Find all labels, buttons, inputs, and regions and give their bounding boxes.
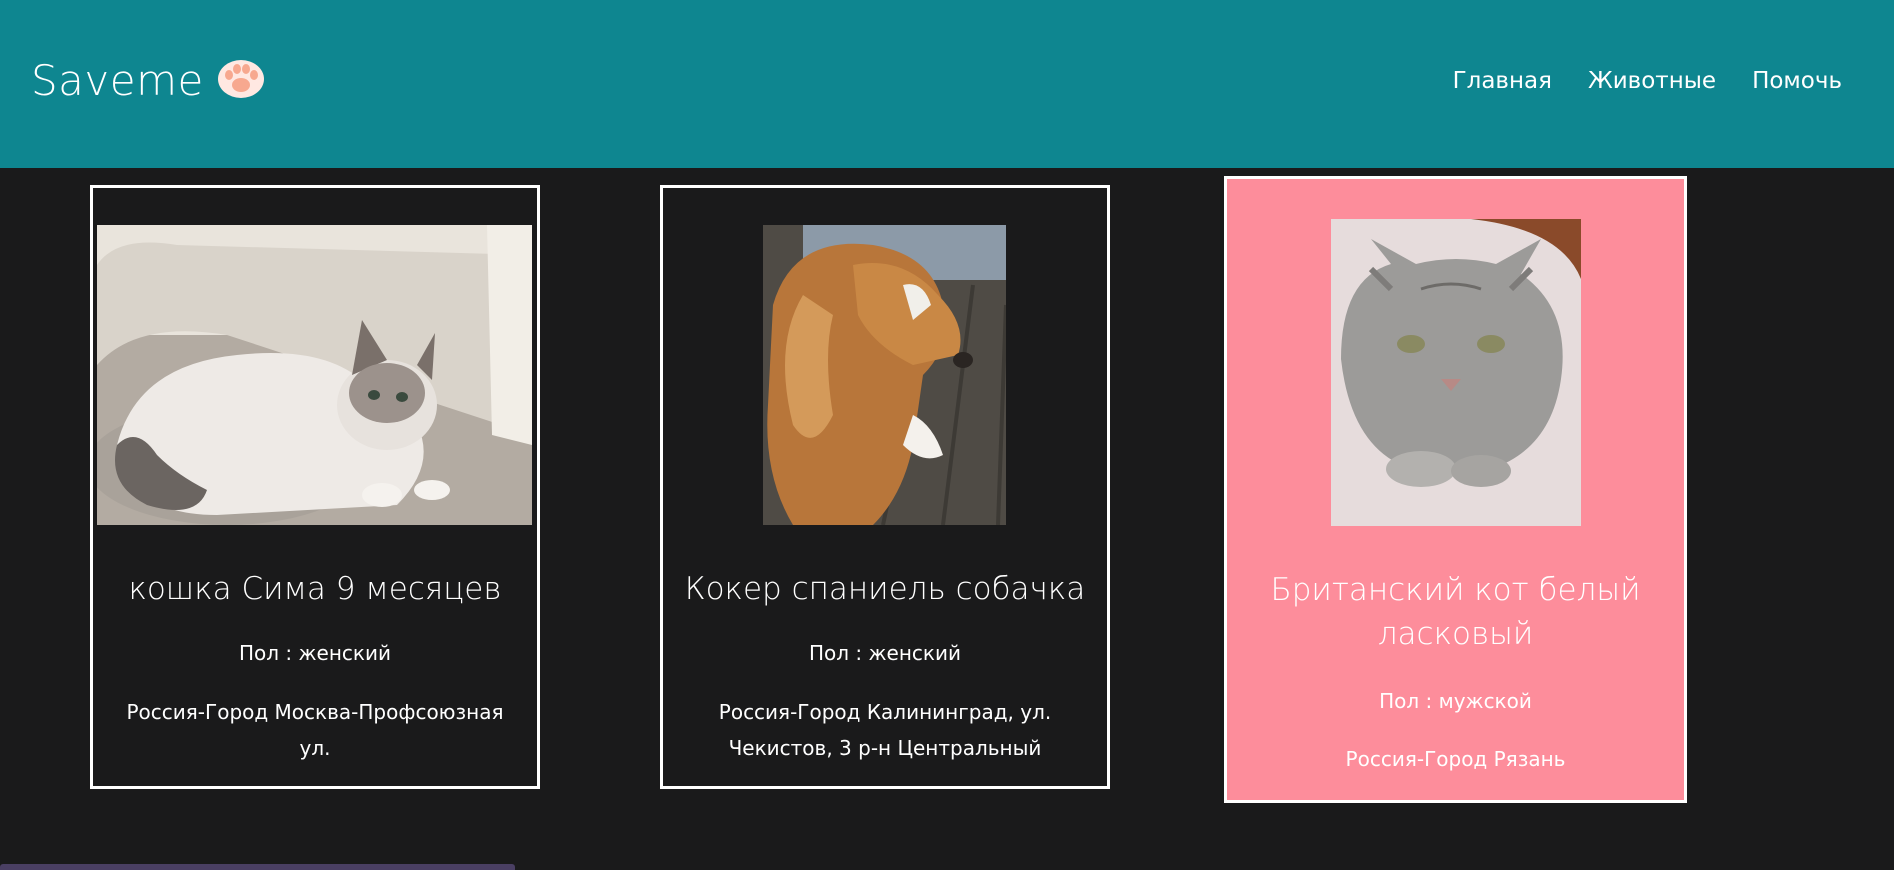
main-nav: Главная Животные Помочь bbox=[1453, 68, 1842, 94]
bottom-scroll-strip bbox=[0, 864, 515, 870]
paw-icon bbox=[217, 59, 264, 98]
card-sex: Пол : мужской bbox=[1379, 689, 1532, 713]
card-title[interactable]: Британский кот белый ласковый bbox=[1227, 568, 1684, 656]
card-sex: Пол : женский bbox=[239, 641, 391, 665]
animal-card[interactable]: Кокер спаниель собачка Пол : женский Рос… bbox=[660, 185, 1110, 789]
card-address: Россия-Город Рязань bbox=[1345, 747, 1566, 771]
white-cat-image bbox=[97, 225, 532, 525]
card-title[interactable]: Кокер спаниель собачка bbox=[663, 567, 1107, 611]
card-address: Россия-Город Москва-Профсоюзная ул. bbox=[126, 700, 504, 760]
nav-link-animals[interactable]: Животные bbox=[1588, 68, 1716, 94]
white-cat-photo[interactable] bbox=[97, 225, 532, 525]
brand-name[interactable]: Saveme bbox=[31, 56, 204, 105]
card-address: Россия-Город Калининград, ул. Чекистов, … bbox=[718, 700, 1052, 760]
british-cat-photo[interactable] bbox=[1331, 219, 1581, 526]
card-title[interactable]: кошка Сима 9 месяцев bbox=[93, 567, 537, 611]
nav-link-home[interactable]: Главная bbox=[1453, 68, 1552, 94]
animal-card-highlighted[interactable]: Британский кот белый ласковый Пол : мужс… bbox=[1224, 176, 1687, 803]
site-header: Saveme Главная Животные Помочь bbox=[0, 0, 1894, 168]
nav-link-help[interactable]: Помочь bbox=[1752, 68, 1842, 94]
british-cat-image bbox=[1331, 219, 1581, 526]
spaniel-dog-image bbox=[763, 225, 1006, 525]
spaniel-dog-photo[interactable] bbox=[763, 225, 1006, 525]
brand-logo[interactable]: Saveme bbox=[31, 56, 266, 105]
animal-card[interactable]: кошка Сима 9 месяцев Пол : женский Росси… bbox=[90, 185, 540, 789]
card-sex: Пол : женский bbox=[809, 641, 961, 665]
